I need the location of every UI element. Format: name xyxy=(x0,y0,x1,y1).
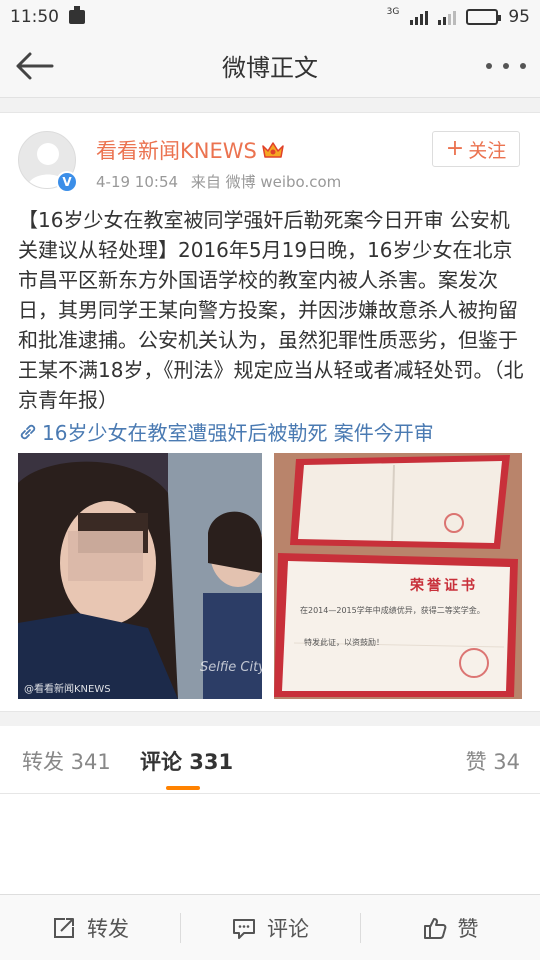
post-date: 4-19 10:54 xyxy=(96,173,179,191)
certificate-title: 荣誉证书 xyxy=(410,578,478,594)
repost-label: 转发 xyxy=(87,916,129,941)
battery-icon xyxy=(466,9,502,25)
photo-portrait-illustration: Selfie City xyxy=(18,453,262,699)
article-link[interactable]: 16岁少女在教室遭强奸后被勒死 案件今开审 xyxy=(18,417,434,446)
notification-icon xyxy=(69,6,85,24)
comments-area xyxy=(0,794,540,894)
dot-icon xyxy=(486,63,492,69)
certificate-line2: 特发此证，以资鼓励！ xyxy=(304,638,384,647)
post-source: 来自 微博 weibo.com xyxy=(190,173,342,191)
dot-icon xyxy=(503,63,509,69)
verified-icon: V xyxy=(58,173,76,191)
verified-badge: V xyxy=(56,171,78,193)
like-label: 赞 xyxy=(457,916,479,941)
plus-icon: + xyxy=(445,136,465,161)
comment-button[interactable]: 评论 xyxy=(180,895,360,960)
bottom-toolbar: 转发 评论 赞 xyxy=(0,894,540,960)
author-name-row[interactable]: 看看新闻KNEWS xyxy=(96,135,285,165)
dot-icon xyxy=(520,63,526,69)
post-card: V 看看新闻KNEWS 4-19 10:54 来自 微博 weibo.com +… xyxy=(0,112,540,712)
status-time: 11:50 xyxy=(10,7,59,27)
nav-bar: 微博正文 xyxy=(0,34,540,98)
certificate-illustration xyxy=(274,453,522,699)
back-button[interactable] xyxy=(14,50,54,82)
follow-button[interactable]: + 关注 xyxy=(432,131,520,167)
status-icons: 3G 95 xyxy=(387,7,530,27)
repost-button[interactable]: 转发 xyxy=(0,895,180,960)
svg-text:Selfie City: Selfie City xyxy=(200,660,262,675)
article-link-text: 16岁少女在教室遭强奸后被勒死 案件今开审 xyxy=(42,421,434,445)
post-photo-girl[interactable]: Selfie City @看看新闻KNEWS xyxy=(18,453,262,699)
certificate-line1: 在2014—2015学年中成绩优异，获得二等奖学金。 xyxy=(300,606,485,615)
wifi-signal-icon xyxy=(438,9,457,25)
member-crown-icon xyxy=(262,142,284,158)
tab-likes[interactable]: 赞 34 xyxy=(466,746,520,776)
comment-label: 评论 xyxy=(267,916,309,941)
back-arrow-icon xyxy=(16,52,54,80)
post-body: 【16岁少女在教室被同学强奸后勒死案今日开审 公安机关建议从轻处理】2016年5… xyxy=(18,208,524,412)
like-button[interactable]: 赞 xyxy=(360,895,540,960)
post-meta: 4-19 10:54 来自 微博 weibo.com xyxy=(96,171,341,192)
battery-percent: 95 xyxy=(508,7,530,27)
link-icon xyxy=(20,424,36,439)
status-bar: 11:50 3G 95 xyxy=(0,0,540,34)
post-photo-certificates[interactable]: 荣誉证书 在2014—2015学年中成绩优异，获得二等奖学金。 特发此证，以资鼓… xyxy=(274,453,522,699)
comment-icon xyxy=(233,918,255,939)
active-tab-indicator xyxy=(166,786,200,790)
network-type-label: 3G xyxy=(386,7,400,17)
page-title: 微博正文 xyxy=(222,54,318,82)
photo-watermark: @看看新闻KNEWS xyxy=(24,684,111,695)
author-name: 看看新闻KNEWS xyxy=(96,139,257,163)
follow-label: 关注 xyxy=(468,139,507,162)
interaction-tabs: 转发 341 评论 331 赞 34 xyxy=(0,726,540,794)
cellular-signal-icon xyxy=(410,9,429,25)
repost-icon xyxy=(54,917,74,938)
tab-reposts[interactable]: 转发 341 xyxy=(22,746,111,776)
thumbs-up-icon xyxy=(423,917,446,939)
more-options-button[interactable] xyxy=(486,52,526,80)
tab-comments[interactable]: 评论 331 xyxy=(140,746,233,776)
